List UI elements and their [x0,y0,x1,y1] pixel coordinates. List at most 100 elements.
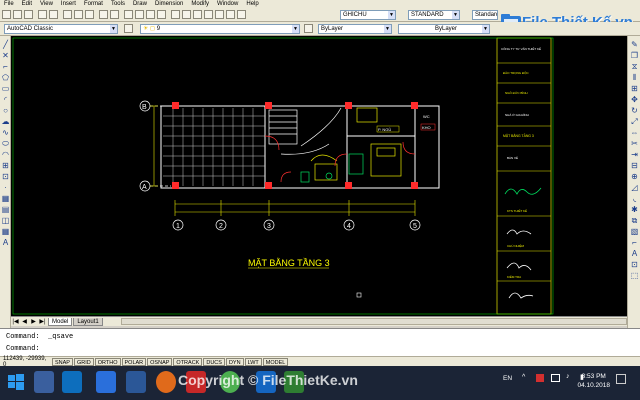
point-icon[interactable]: · [1,183,10,192]
table-style-dropdown[interactable]: Standard [472,10,498,20]
pan-icon[interactable] [124,10,133,19]
menu-window[interactable]: Window [213,0,242,8]
plot-preview-icon[interactable] [49,10,58,19]
polygon-icon[interactable]: ⬠ [1,73,10,82]
menu-file[interactable]: File [0,0,18,8]
redo-icon[interactable] [110,10,119,19]
chamfer-icon[interactable]: ◿ [630,183,639,192]
rectangle-icon[interactable]: ▭ [1,84,10,93]
spline-icon[interactable]: ∿ [1,128,10,137]
toggle-model[interactable]: MODEL [262,357,289,366]
copy-object-icon[interactable]: ❐ [630,51,639,60]
toggle-ducs[interactable]: DUCS [203,357,225,366]
dim-style-dropdown[interactable]: STANDARD ▼ [408,10,460,20]
next-tab-icon[interactable]: ▶ [29,318,38,326]
save-icon[interactable] [24,10,33,19]
workspace-settings-icon[interactable] [124,24,133,33]
undo-icon[interactable] [99,10,108,19]
region-icon[interactable]: ◫ [1,216,10,225]
hatch-edit-icon[interactable]: ▧ [630,227,639,236]
xline-icon[interactable]: ✕ [1,51,10,60]
zoom-realtime-icon[interactable] [135,10,144,19]
mirror-icon[interactable]: ⧖ [630,62,639,71]
zoom-previous-icon[interactable] [157,10,166,19]
move-icon[interactable]: ✥ [630,95,639,104]
make-current-layer-icon[interactable] [304,24,313,33]
array-icon[interactable]: ⊞ [630,84,639,93]
tray-chevron-icon[interactable]: ^ [522,374,525,381]
toggle-grid[interactable]: GRID [73,357,94,366]
windows-start-icon[interactable] [8,374,24,390]
menu-insert[interactable]: Insert [57,0,80,8]
menu-modify[interactable]: Modify [187,0,213,8]
menu-help[interactable]: Help [242,0,262,8]
trim-icon[interactable]: ✂ [630,139,639,148]
menu-view[interactable]: View [36,0,57,8]
help-icon[interactable] [237,10,246,19]
arc-icon[interactable]: ◜ [1,95,10,104]
volume-icon[interactable]: ♪ [566,373,570,380]
gradient-icon[interactable]: ▤ [1,205,10,214]
pedit-icon[interactable]: ⌐ [630,238,639,247]
fillet-icon[interactable]: ◟ [630,194,639,203]
tab-model[interactable]: Model [48,317,73,326]
sheet-set-icon[interactable] [204,10,213,19]
color-dropdown[interactable]: ByLayer ▼ [318,24,392,34]
scale-icon[interactable]: ⤢ [630,117,639,126]
horizontal-scrollbar[interactable] [121,318,627,325]
draw-order-icon[interactable]: ⧉ [630,216,639,225]
task-firefox-icon[interactable] [156,371,176,393]
new-file-icon[interactable] [2,10,11,19]
tray-app-icon[interactable] [536,374,544,382]
revcloud-icon[interactable]: ☁ [1,117,10,126]
erase-icon[interactable]: ✎ [630,40,639,49]
task-word-icon[interactable] [96,371,116,393]
insert-block-icon[interactable]: ⊞ [1,161,10,170]
paste-icon[interactable] [85,10,94,19]
linetype-dropdown[interactable]: ByLayer ▼ [398,24,490,34]
zoom-window-icon[interactable] [146,10,155,19]
action-center-icon[interactable] [616,374,626,384]
task-app-icon[interactable] [62,371,82,393]
tab-layout1[interactable]: Layout1 [73,317,103,326]
calculator-icon[interactable] [226,10,235,19]
toggle-dyn[interactable]: DYN [225,357,244,366]
explode-icon[interactable]: ✱ [630,205,639,214]
block-editor-icon[interactable]: ⊡ [630,260,639,269]
match-properties-icon[interactable]: ⬚ [630,271,639,280]
open-file-icon[interactable] [13,10,22,19]
menu-edit[interactable]: Edit [18,0,36,8]
last-tab-icon[interactable]: ▶| [38,318,47,326]
first-tab-icon[interactable]: |◀ [11,318,20,326]
line-icon[interactable]: ╱ [1,40,10,49]
make-block-icon[interactable]: ⊡ [1,172,10,181]
stretch-icon[interactable]: ⇔ [630,128,639,137]
taskbar-clock[interactable]: 3:53 PM 04.10.2018 [577,372,610,390]
text-edit-icon[interactable]: A [630,249,639,258]
task-document-icon[interactable] [126,371,146,393]
cut-icon[interactable] [63,10,72,19]
menu-dimension[interactable]: Dimension [151,0,187,8]
toggle-polar[interactable]: POLAR [121,357,147,366]
table-icon[interactable]: ▦ [1,227,10,236]
toggle-snap[interactable]: SNAP [52,357,73,366]
toggle-ortho[interactable]: ORTHO [94,357,121,366]
toggle-osnap[interactable]: OSNAP [147,357,173,366]
ellipse-icon[interactable]: ⬭ [1,139,10,148]
drawing-canvas[interactable]: P. NGỦ WC KHO B A 1 2 3 4 5 MẶT BẰNG TẦN… [11,36,627,316]
join-icon[interactable]: ⊕ [630,172,639,181]
circle-icon[interactable]: ○ [1,106,10,115]
text-style-dropdown[interactable]: GHICHU ▼ [340,10,396,20]
layer-dropdown[interactable]: ☀ ◻ 9 ▼ [140,24,300,34]
extend-icon[interactable]: ⇥ [630,150,639,159]
properties-icon[interactable] [171,10,180,19]
markup-icon[interactable] [215,10,224,19]
menu-draw[interactable]: Draw [129,0,151,8]
polyline-icon[interactable]: ⌐ [1,62,10,71]
mtext-icon[interactable]: A [1,238,10,247]
hatch-icon[interactable]: ▦ [1,194,10,203]
menu-tools[interactable]: Tools [107,0,129,8]
print-icon[interactable] [38,10,47,19]
workspace-dropdown[interactable]: AutoCAD Classic ▼ [4,24,118,34]
copy-icon[interactable] [74,10,83,19]
